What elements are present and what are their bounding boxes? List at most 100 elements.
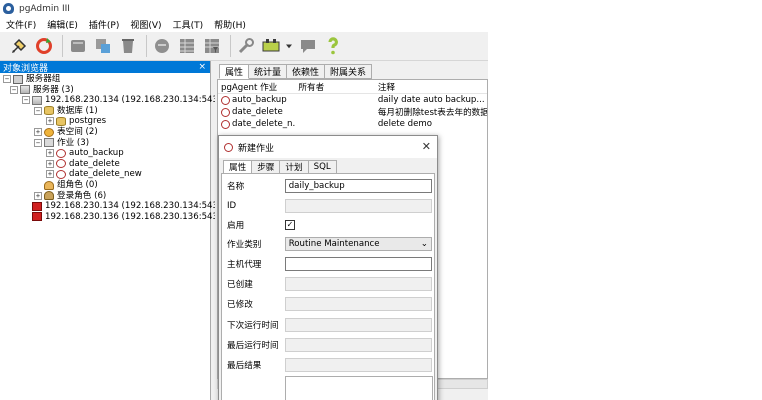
tree-node[interactable]: − 192.168.230.134 (192.168.230.134:5432)	[22, 95, 227, 105]
tab-dependencies[interactable]: 依赖性	[287, 64, 326, 79]
tree-node-label: 表空间 (2)	[57, 127, 98, 137]
column-header-comment[interactable]: 注释	[375, 81, 487, 93]
tree-node[interactable]: − 服务器组	[3, 74, 60, 84]
chevron-down-icon: ⌄	[420, 238, 428, 249]
list-item[interactable]: auto_backup daily date auto backup...	[218, 94, 487, 106]
tree-node[interactable]: 192.168.230.136 (192.168.230.136:5432)	[22, 212, 227, 222]
title-bar: pgAdmin III	[0, 0, 488, 17]
expand-icon[interactable]: +	[46, 170, 54, 179]
hints-icon[interactable]	[297, 35, 319, 57]
server-disconnected-icon	[32, 212, 42, 222]
tree-node-label: 服务器组	[26, 74, 61, 84]
menu-file[interactable]: 文件(F)	[6, 18, 36, 31]
job-icon	[221, 107, 230, 117]
drop-object-icon[interactable]	[117, 35, 139, 57]
job-item-icon	[56, 159, 66, 169]
expand-icon[interactable]: +	[46, 159, 54, 168]
tab-steps[interactable]: 步骤	[252, 160, 281, 174]
column-header-job[interactable]: pgAgent 作业	[218, 81, 295, 93]
list-header: pgAgent 作业 所有者 注释	[218, 80, 487, 94]
name-row: 名称 daily_backup	[227, 178, 432, 193]
modified-field	[284, 296, 432, 311]
login-role-icon	[44, 191, 54, 201]
properties-icon[interactable]	[67, 35, 89, 57]
job-item-icon	[56, 169, 66, 179]
tree-node[interactable]: + auto_backup	[46, 148, 124, 158]
tab-dependents[interactable]: 附属关系	[325, 64, 373, 79]
server-group-icon	[13, 74, 23, 84]
job-comment: daily date auto backup...	[377, 95, 485, 105]
create-object-icon[interactable]	[92, 35, 114, 57]
tree-node-label: 192.168.230.136 (192.168.230.136:5432)	[45, 211, 227, 222]
filtered-data-icon[interactable]	[201, 35, 223, 57]
tree-node-label: date_delete	[69, 158, 120, 169]
plugins-icon[interactable]	[260, 35, 282, 57]
menu-edit[interactable]: 编辑(E)	[47, 18, 78, 31]
next-run-field	[284, 317, 432, 332]
host-agent-label: 主机代理	[227, 259, 262, 270]
collapse-icon[interactable]: −	[34, 138, 42, 147]
menu-view[interactable]: 视图(V)	[130, 18, 161, 31]
object-browser-close-button[interactable]: ×	[198, 62, 206, 72]
tree-node[interactable]: + postgres	[46, 116, 106, 126]
tab-statistics[interactable]: 统计量	[249, 64, 288, 79]
object-browser-title: 对象浏览器	[3, 63, 49, 74]
dialog-close-button[interactable]: ✕	[422, 140, 431, 153]
tree-node[interactable]: + 表空间 (2)	[34, 127, 98, 137]
last-result-field	[284, 357, 432, 372]
dialog-title-bar: 新建作业 ✕	[219, 136, 437, 158]
help-icon[interactable]	[322, 35, 344, 57]
expand-icon[interactable]: +	[34, 128, 42, 136]
id-row: ID	[227, 198, 432, 213]
tablespace-icon	[44, 127, 54, 137]
comment-textarea[interactable]	[285, 376, 433, 400]
tree-node-label: 组角色 (0)	[57, 180, 98, 190]
sql-icon[interactable]	[151, 35, 173, 57]
tree-node[interactable]: 组角色 (0)	[34, 180, 98, 190]
menu-plugins[interactable]: 插件(P)	[89, 18, 119, 31]
tab-properties[interactable]: 属性	[223, 160, 253, 174]
refresh-icon[interactable]	[33, 35, 55, 57]
name-field[interactable]: daily_backup	[284, 178, 432, 193]
collapse-icon[interactable]: −	[34, 106, 42, 115]
server-icon	[32, 95, 42, 105]
tree-node[interactable]: − 作业 (3)	[34, 138, 89, 148]
menu-help[interactable]: 帮助(H)	[214, 18, 246, 31]
tree-node[interactable]: + 登录角色 (6)	[34, 191, 106, 201]
list-item[interactable]: date_delete 每月初删除test表去年的数据	[218, 106, 487, 118]
collapse-icon[interactable]: −	[10, 85, 18, 94]
collapse-icon[interactable]: −	[3, 75, 11, 83]
tree-node-label: 192.168.230.134 (192.168.230.134:5432)	[45, 201, 227, 212]
view-data-icon[interactable]	[176, 35, 198, 57]
column-header-owner[interactable]: 所有者	[295, 81, 374, 93]
enabled-checkbox[interactable]: ✓	[285, 219, 295, 230]
tree-node[interactable]: − 服务器 (3)	[10, 85, 74, 95]
created-field	[284, 276, 432, 291]
job-icon	[221, 119, 230, 129]
tree-node[interactable]: 192.168.230.134 (192.168.230.134:5432)	[22, 201, 227, 211]
tab-schedules[interactable]: 计划	[280, 160, 309, 174]
host-agent-field[interactable]	[284, 256, 432, 271]
expand-icon[interactable]: +	[46, 117, 54, 126]
expand-icon[interactable]: +	[34, 191, 42, 200]
panel-tabs: 属性 统计量 依赖性 附属关系	[219, 64, 373, 79]
list-item[interactable]: date_delete_n... delete demo	[218, 118, 487, 130]
next-run-row: 下次运行时间	[227, 317, 432, 332]
category-select[interactable]: Routine Maintenance ⌄	[284, 236, 432, 251]
tree-node[interactable]: + date_delete_new	[46, 169, 142, 179]
maintenance-icon[interactable]	[235, 35, 257, 57]
expand-icon[interactable]: +	[46, 149, 54, 158]
menu-bar: 文件(F) 编辑(E) 插件(P) 视图(V) 工具(T) 帮助(H)	[0, 17, 488, 32]
last-run-field	[284, 337, 432, 352]
tree-node[interactable]: + date_delete	[46, 159, 120, 169]
job-name: date_delete_n...	[232, 119, 296, 129]
collapse-icon[interactable]: −	[22, 96, 30, 105]
tree-node[interactable]: − 数据库 (1)	[34, 106, 98, 116]
plugins-dropdown-icon[interactable]	[285, 35, 293, 57]
tab-sql[interactable]: SQL	[308, 160, 337, 174]
tree-node-label: 服务器 (3)	[33, 84, 74, 95]
last-result-row: 最后结果	[227, 357, 432, 372]
connect-icon[interactable]	[8, 35, 30, 57]
menu-tools[interactable]: 工具(T)	[173, 18, 204, 31]
tab-properties[interactable]: 属性	[219, 64, 250, 79]
